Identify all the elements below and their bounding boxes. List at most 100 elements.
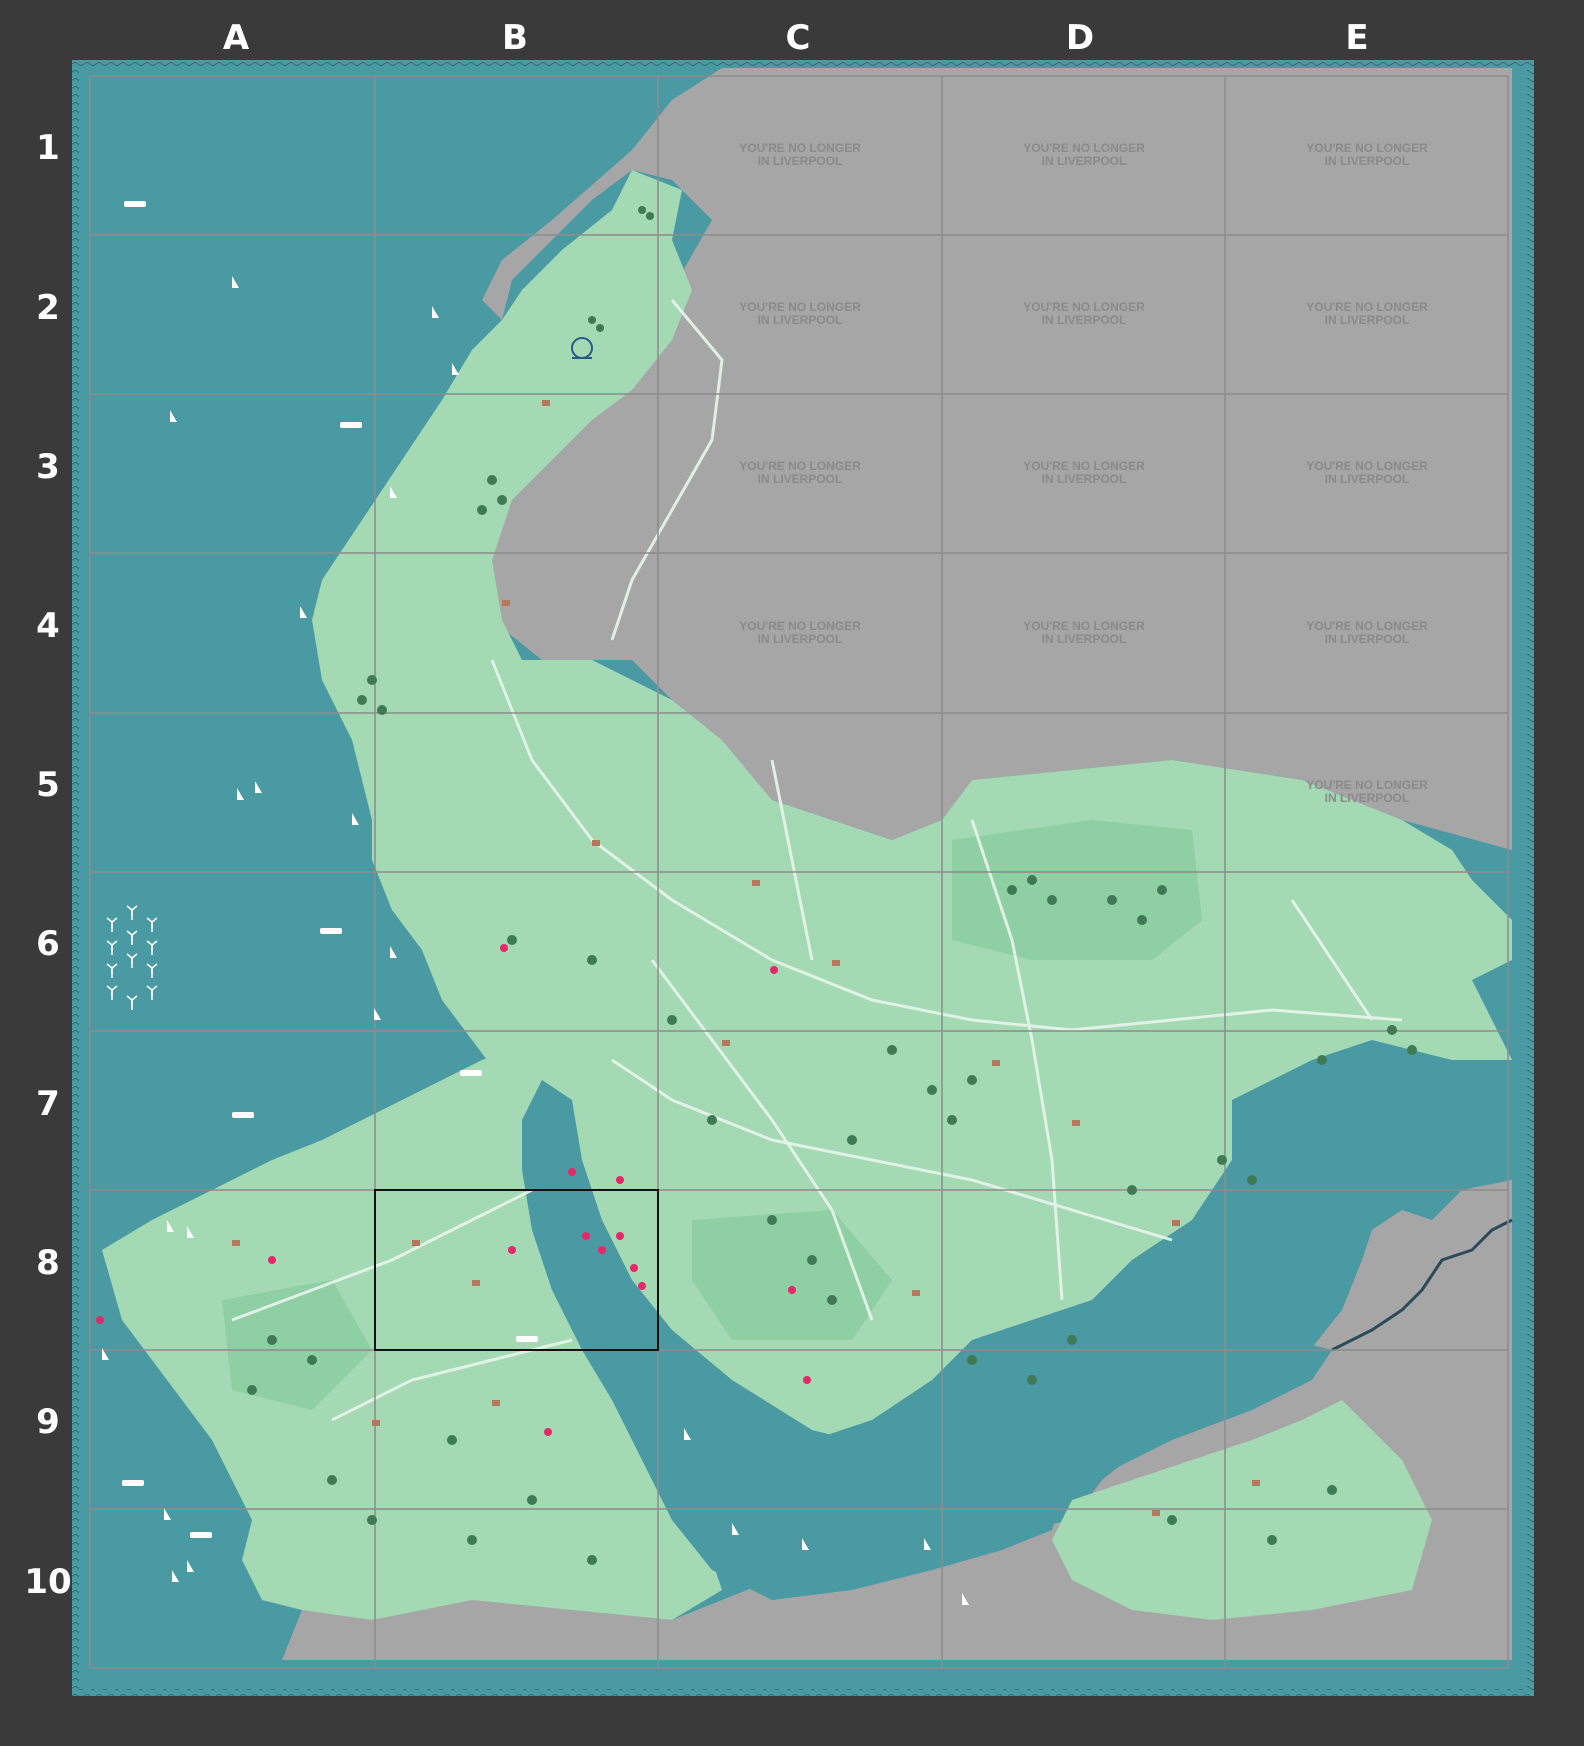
pin-icon bbox=[616, 1232, 624, 1240]
ferry-icon bbox=[190, 1532, 212, 1538]
pin-icon bbox=[544, 1428, 552, 1436]
tree-icon bbox=[967, 1075, 977, 1085]
tree-icon bbox=[1387, 1025, 1397, 1035]
tree-icon bbox=[1167, 1515, 1177, 1525]
notice-c4-line2: IN LIVERPOOL bbox=[758, 632, 843, 646]
notice-d2-line1: YOU'RE NO LONGER bbox=[1023, 300, 1145, 314]
tree-icon bbox=[767, 1215, 777, 1225]
map-frame[interactable]: YOU'RE NO LONGER IN LIVERPOOL YOU'RE NO … bbox=[72, 60, 1534, 1696]
pin-icon bbox=[788, 1286, 796, 1294]
pin-icon bbox=[616, 1176, 624, 1184]
pin-icon bbox=[598, 1246, 606, 1254]
notice-e4-line1: YOU'RE NO LONGER bbox=[1306, 619, 1428, 633]
house-icon bbox=[1172, 1220, 1180, 1226]
tree-icon bbox=[507, 935, 517, 945]
house-icon bbox=[992, 1060, 1000, 1066]
tree-icon bbox=[646, 212, 654, 220]
pin-icon bbox=[582, 1232, 590, 1240]
tree-icon bbox=[807, 1255, 817, 1265]
ferry-icon bbox=[460, 1070, 482, 1076]
notice-c1-line1: YOU'RE NO LONGER bbox=[739, 141, 861, 155]
tree-icon bbox=[367, 675, 377, 685]
house-icon bbox=[752, 880, 760, 886]
tree-icon bbox=[377, 705, 387, 715]
notice-e3-line1: YOU'RE NO LONGER bbox=[1306, 459, 1428, 473]
tree-icon bbox=[827, 1295, 837, 1305]
ferry-icon bbox=[516, 1336, 538, 1342]
pin-icon bbox=[500, 944, 508, 952]
column-label-d: D bbox=[1065, 18, 1095, 58]
notice-e3-line2: IN LIVERPOOL bbox=[1325, 472, 1410, 486]
liverpool-map[interactable]: YOU'RE NO LONGER IN LIVERPOOL YOU'RE NO … bbox=[72, 60, 1534, 1696]
house-icon bbox=[492, 1400, 500, 1406]
tree-icon bbox=[1267, 1535, 1277, 1545]
tree-icon bbox=[247, 1385, 257, 1395]
notice-d1-line2: IN LIVERPOOL bbox=[1042, 154, 1127, 168]
column-label-e: E bbox=[1345, 18, 1369, 58]
tree-icon bbox=[1107, 895, 1117, 905]
notice-d1-line1: YOU'RE NO LONGER bbox=[1023, 141, 1145, 155]
tree-icon bbox=[707, 1115, 717, 1125]
ferry-icon bbox=[320, 928, 342, 934]
notice-c3-line1: YOU'RE NO LONGER bbox=[739, 459, 861, 473]
notice-e2-line1: YOU'RE NO LONGER bbox=[1306, 300, 1428, 314]
column-label-a: A bbox=[222, 18, 250, 58]
house-icon bbox=[472, 1280, 480, 1286]
tree-icon bbox=[1317, 1055, 1327, 1065]
tree-icon bbox=[927, 1085, 937, 1095]
ferry-icon bbox=[232, 1112, 254, 1118]
notice-c1-line2: IN LIVERPOOL bbox=[758, 154, 843, 168]
tree-icon bbox=[467, 1535, 477, 1545]
notice-e1-line2: IN LIVERPOOL bbox=[1325, 154, 1410, 168]
tree-icon bbox=[638, 206, 646, 214]
notice-d3-line2: IN LIVERPOOL bbox=[1042, 472, 1127, 486]
tree-icon bbox=[967, 1355, 977, 1365]
tree-icon bbox=[1137, 915, 1147, 925]
pin-icon bbox=[770, 966, 778, 974]
tree-icon bbox=[1247, 1175, 1257, 1185]
house-icon bbox=[832, 960, 840, 966]
tree-icon bbox=[1127, 1185, 1137, 1195]
pin-icon bbox=[638, 1282, 646, 1290]
pin-icon bbox=[268, 1256, 276, 1264]
house-icon bbox=[1252, 1480, 1260, 1486]
notice-c3-line2: IN LIVERPOOL bbox=[758, 472, 843, 486]
house-icon bbox=[912, 1290, 920, 1296]
notice-e4-line2: IN LIVERPOOL bbox=[1325, 632, 1410, 646]
house-icon bbox=[1072, 1120, 1080, 1126]
tree-icon bbox=[447, 1435, 457, 1445]
column-label-c: C bbox=[785, 18, 811, 58]
tree-icon bbox=[587, 1555, 597, 1565]
house-icon bbox=[542, 400, 550, 406]
notice-c4-line1: YOU'RE NO LONGER bbox=[739, 619, 861, 633]
notice-d3-line1: YOU'RE NO LONGER bbox=[1023, 459, 1145, 473]
pin-icon bbox=[508, 1246, 516, 1254]
tree-icon bbox=[1327, 1485, 1337, 1495]
notice-c2-line2: IN LIVERPOOL bbox=[758, 313, 843, 327]
pin-icon bbox=[568, 1168, 576, 1176]
ferry-icon bbox=[124, 201, 146, 207]
pin-icon bbox=[803, 1376, 811, 1384]
tree-icon bbox=[947, 1115, 957, 1125]
tree-icon bbox=[497, 495, 507, 505]
house-icon bbox=[592, 840, 600, 846]
notice-d4-line2: IN LIVERPOOL bbox=[1042, 632, 1127, 646]
house-icon bbox=[722, 1040, 730, 1046]
notice-d4-line1: YOU'RE NO LONGER bbox=[1023, 619, 1145, 633]
house-icon bbox=[1152, 1510, 1160, 1516]
pin-icon bbox=[96, 1316, 104, 1324]
tree-icon bbox=[487, 475, 497, 485]
tree-icon bbox=[847, 1135, 857, 1145]
tree-icon bbox=[1067, 1335, 1077, 1345]
house-icon bbox=[502, 600, 510, 606]
tree-icon bbox=[596, 324, 604, 332]
tree-icon bbox=[1217, 1155, 1227, 1165]
house-icon bbox=[372, 1420, 380, 1426]
house-icon bbox=[412, 1240, 420, 1246]
notice-e5-line1: YOU'RE NO LONGER bbox=[1306, 778, 1428, 792]
tree-icon bbox=[1407, 1045, 1417, 1055]
tree-icon bbox=[527, 1495, 537, 1505]
house-icon bbox=[232, 1240, 240, 1246]
ferry-icon bbox=[340, 422, 362, 428]
column-label-b: B bbox=[502, 18, 528, 58]
